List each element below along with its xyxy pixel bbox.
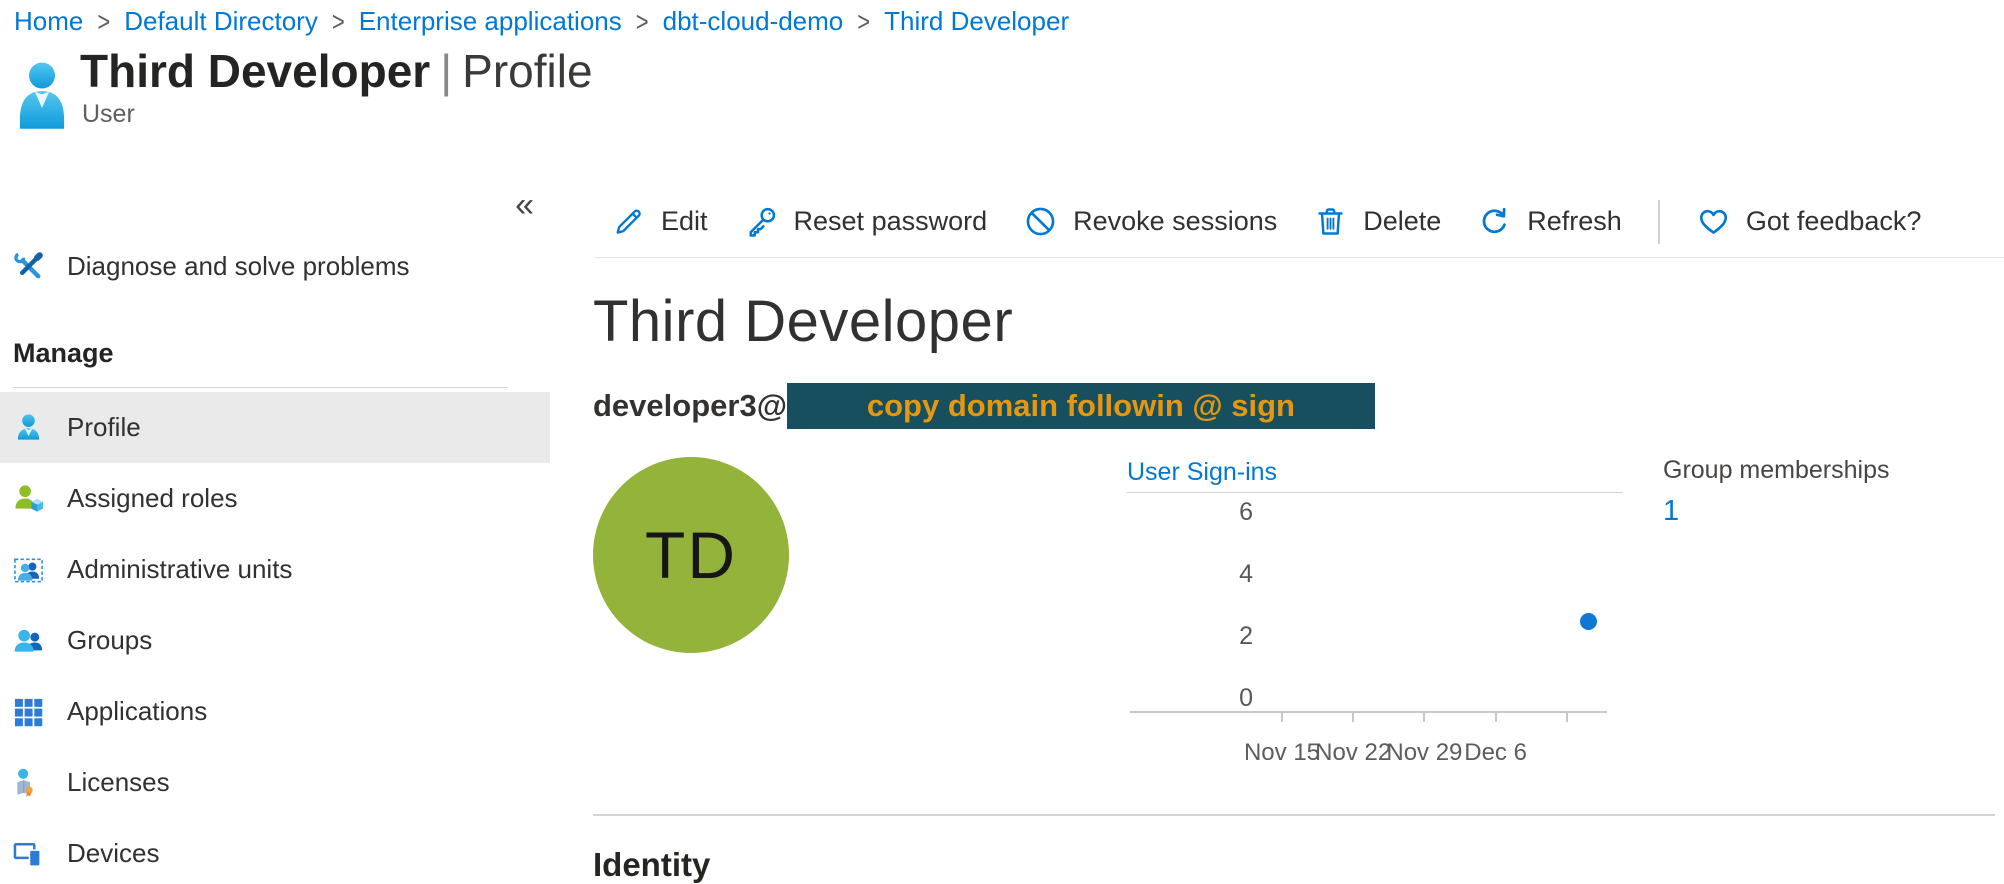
azure-user-profile-page: Home > Default Directory > Enterprise ap…: [0, 0, 2004, 884]
revoke-sessions-button[interactable]: Revoke sessions: [1023, 204, 1277, 239]
breadcrumb-home[interactable]: Home: [14, 6, 83, 37]
user-avatar-icon: [16, 60, 68, 130]
chart-y-tick-label: 0: [1127, 682, 1253, 714]
chart-x-axis: [1130, 711, 1607, 713]
chart-title: User Sign-ins: [1127, 458, 1623, 493]
breadcrumb: Home > Default Directory > Enterprise ap…: [14, 6, 1069, 37]
got-feedback-button[interactable]: Got feedback?: [1696, 204, 1922, 239]
avatar-initials: TD: [645, 517, 737, 593]
sidebar-item-profile[interactable]: Profile: [0, 392, 550, 463]
delete-button[interactable]: Delete: [1313, 204, 1441, 239]
toolbar-divider: [1658, 200, 1660, 244]
breadcrumb-enterprise-applications[interactable]: Enterprise applications: [359, 6, 622, 37]
sidebar-item-devices[interactable]: Devices: [0, 818, 550, 884]
tools-icon: [13, 251, 44, 282]
groups-icon: [13, 625, 44, 656]
chart-x-tick: [1566, 713, 1568, 722]
display-name-heading: Third Developer: [593, 288, 1013, 355]
chart-x-tick-label: Dec 6: [1441, 739, 1551, 767]
breadcrumb-separator: >: [857, 5, 870, 38]
breadcrumb-separator: >: [636, 5, 649, 38]
sidebar: « Diagnose and solve problems Manage: [0, 140, 550, 884]
sidebar-item-administrative-units[interactable]: Administrative units: [0, 534, 550, 605]
grid-icon: [13, 696, 44, 727]
sidebar-item-label: Groups: [67, 625, 152, 656]
object-type-label: User: [82, 100, 135, 129]
section-divider: [593, 814, 1995, 816]
chart-y-tick-label: 6: [1127, 496, 1253, 528]
group-memberships-count-link[interactable]: 1: [1663, 495, 1889, 528]
group-memberships: Group memberships 1: [1663, 456, 1889, 528]
refresh-icon: [1477, 204, 1512, 239]
sidebar-item-label: Diagnose and solve problems: [67, 251, 410, 282]
sidebar-item-groups[interactable]: Groups: [0, 605, 550, 676]
avatar: TD: [593, 457, 789, 653]
chart-data-point: [1580, 613, 1597, 630]
sidebar-item-assigned-roles[interactable]: Assigned roles: [0, 463, 550, 534]
reset-password-button[interactable]: Reset password: [744, 204, 988, 239]
upn-row: developer3@ copy domain followin @ sign: [593, 381, 1375, 431]
trash-icon: [1313, 204, 1348, 239]
edit-button[interactable]: Edit: [611, 204, 708, 239]
breadcrumb-separator: >: [97, 5, 110, 38]
sidebar-item-label: Devices: [67, 838, 159, 869]
key-icon: [744, 204, 779, 239]
sidebar-item-diagnose[interactable]: Diagnose and solve problems: [0, 234, 550, 298]
devices-icon: [13, 838, 44, 869]
identity-section-heading: Identity: [593, 846, 710, 884]
sidebar-item-label: Assigned roles: [67, 483, 238, 514]
person-role-icon: [13, 483, 44, 514]
toolbar-label: Delete: [1363, 206, 1441, 237]
toolbar-label: Got feedback?: [1746, 206, 1922, 237]
user-signins-chart: User Sign-ins 0246Nov 15Nov 22Nov 29Dec …: [1127, 458, 1623, 771]
sidebar-collapse-button[interactable]: «: [515, 188, 534, 222]
page-title-pipe: |: [430, 45, 462, 97]
toolbar-label: Revoke sessions: [1073, 206, 1277, 237]
redaction-annotation-text: copy domain followin @ sign: [867, 388, 1295, 424]
breadcrumb-dbt-cloud-demo[interactable]: dbt-cloud-demo: [663, 6, 844, 37]
refresh-button[interactable]: Refresh: [1477, 204, 1622, 239]
sidebar-section-header: Manage: [13, 338, 114, 369]
toolbar-label: Edit: [661, 206, 708, 237]
sidebar-item-licenses[interactable]: Licenses: [0, 747, 550, 818]
person-icon: [13, 412, 44, 443]
sidebar-item-label: Administrative units: [67, 554, 292, 585]
breadcrumb-separator: >: [332, 5, 345, 38]
upn-prefix: developer3@: [593, 388, 787, 424]
license-icon: [13, 767, 44, 798]
sidebar-item-label: Applications: [67, 696, 207, 727]
sidebar-item-applications[interactable]: Applications: [0, 676, 550, 747]
domain-redaction-overlay: copy domain followin @ sign: [787, 383, 1375, 429]
pencil-icon: [611, 204, 646, 239]
page-title: Third Developer|Profile: [80, 44, 593, 98]
chart-x-tick: [1352, 713, 1354, 722]
sidebar-nav-list: Profile Assigned roles: [0, 392, 550, 884]
toolbar-label: Reset password: [794, 206, 988, 237]
signin-chart-canvas: 0246Nov 15Nov 22Nov 29Dec 6: [1127, 493, 1623, 771]
chart-x-tick: [1281, 713, 1283, 722]
sidebar-section-divider: [13, 387, 508, 388]
sidebar-item-label: Profile: [67, 412, 141, 443]
chart-x-tick: [1423, 713, 1425, 722]
page-title-section: Profile: [462, 45, 592, 97]
sidebar-item-label: Licenses: [67, 767, 170, 798]
breadcrumb-default-directory[interactable]: Default Directory: [124, 6, 318, 37]
command-bar: Edit Reset password Revoke sessions: [595, 186, 2004, 258]
chart-y-tick-label: 4: [1127, 558, 1253, 590]
breadcrumb-third-developer[interactable]: Third Developer: [884, 6, 1069, 37]
group-memberships-label: Group memberships: [1663, 456, 1889, 485]
admin-units-icon: [13, 554, 44, 585]
heart-icon: [1696, 204, 1731, 239]
chart-x-tick: [1495, 713, 1497, 722]
page-title-name: Third Developer: [80, 45, 430, 97]
chart-y-tick-label: 2: [1127, 620, 1253, 652]
toolbar-label: Refresh: [1527, 206, 1622, 237]
block-icon: [1023, 204, 1058, 239]
